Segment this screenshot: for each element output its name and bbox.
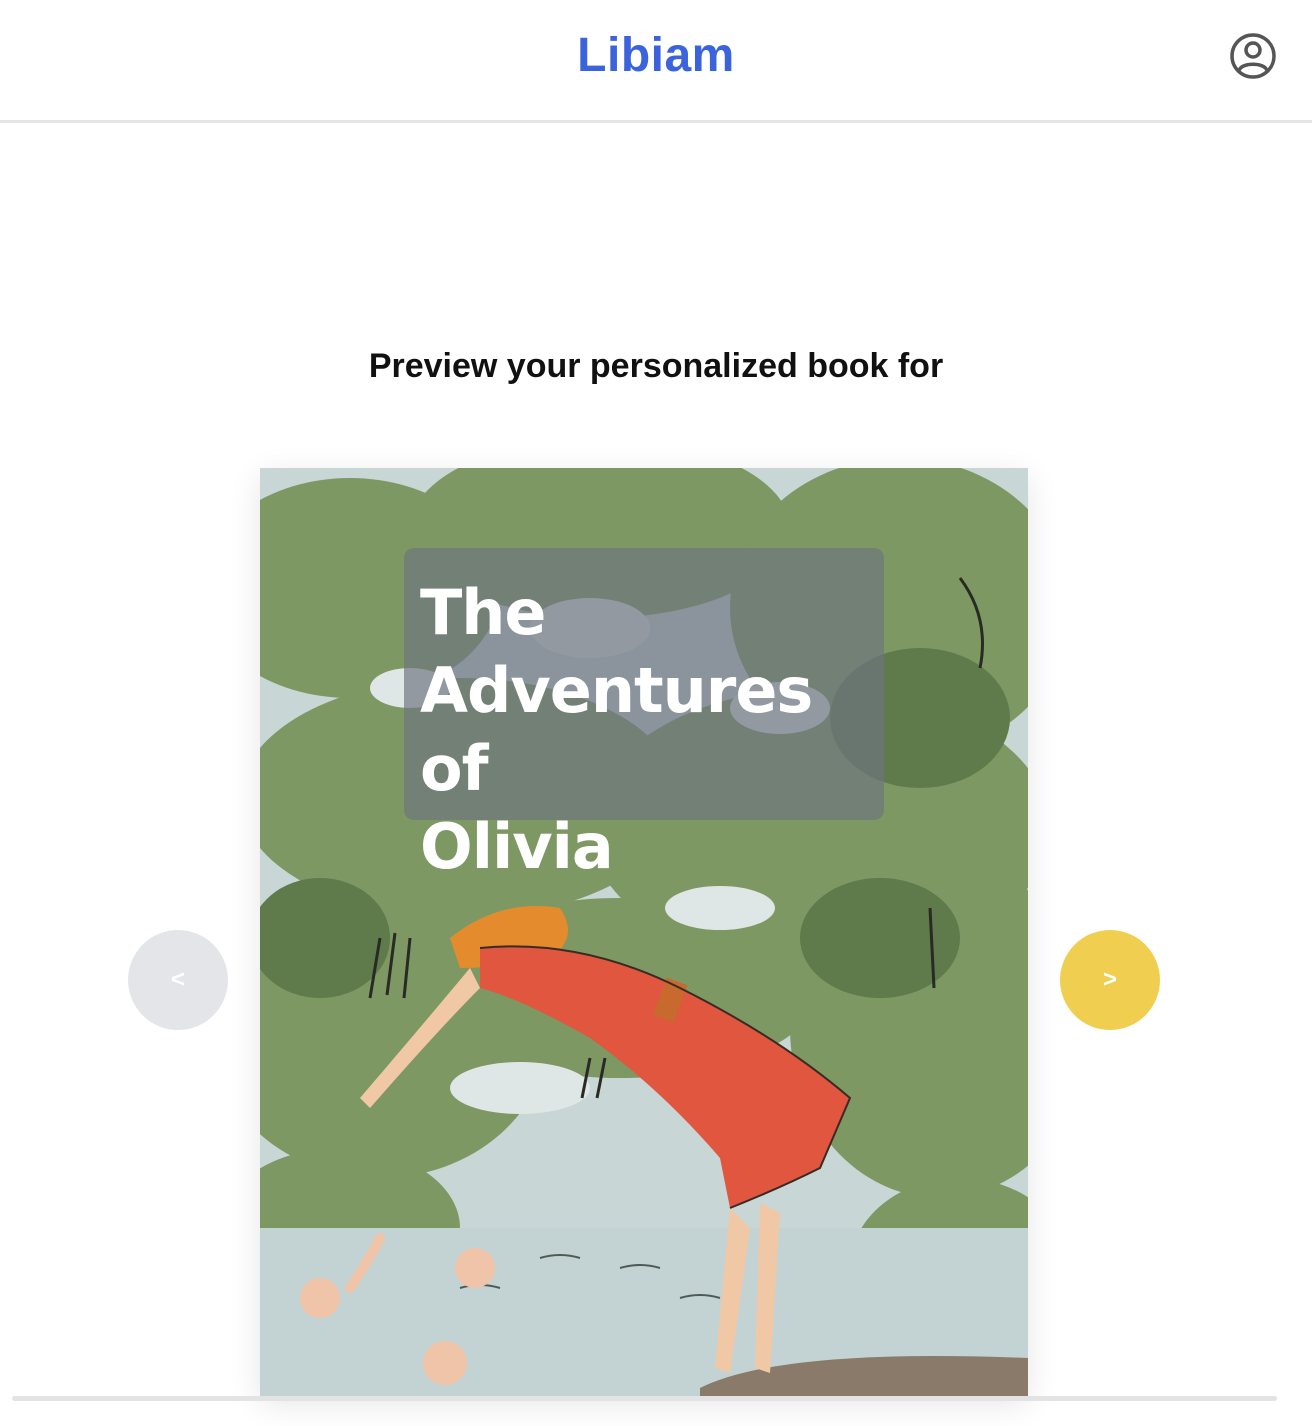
book-title-line: Olivia — [420, 810, 614, 883]
book-title-line: The — [420, 576, 546, 649]
account-button[interactable] — [1228, 31, 1278, 81]
brand-logo[interactable]: Libiam — [0, 28, 1312, 84]
next-page-button[interactable]: > — [1060, 930, 1160, 1030]
user-circle-icon — [1230, 33, 1276, 79]
horizontal-scrollbar[interactable] — [12, 1396, 1277, 1401]
chevron-left-icon: < — [170, 966, 185, 993]
book-title: The Adventures of Olivia — [420, 574, 880, 886]
book-title-overlay: The Adventures of Olivia — [404, 548, 884, 883]
page-heading: Preview your personalized book for — [368, 346, 944, 385]
book-cover-preview: The Adventures of Olivia — [260, 468, 1028, 1396]
chevron-right-icon: > — [1102, 966, 1117, 993]
book-title-line: Adventures of — [420, 654, 813, 805]
previous-page-button[interactable]: < — [128, 930, 228, 1030]
top-header: Libiam — [0, 0, 1312, 123]
